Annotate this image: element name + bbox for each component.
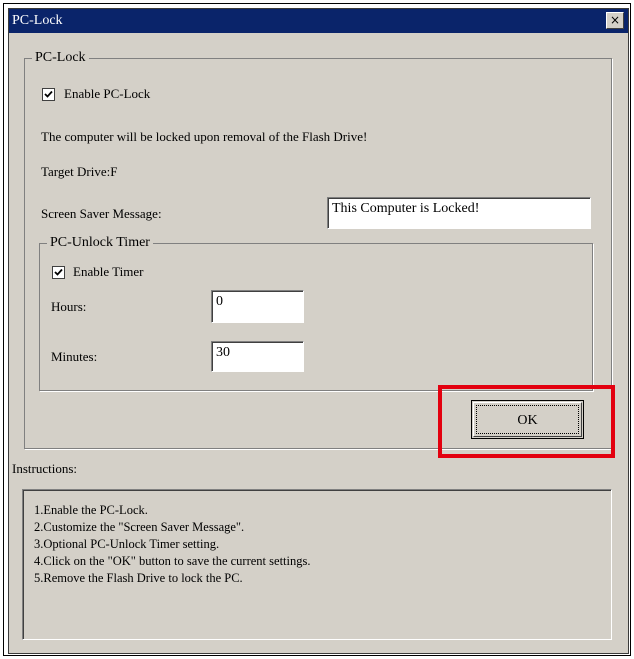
enable-pc-lock-label[interactable]: Enable PC-Lock [64, 86, 150, 102]
checkmark-icon [44, 90, 53, 98]
title-bar: PC-Lock × [9, 9, 628, 33]
instruction-line: 4.Click on the "OK" button to save the c… [34, 554, 311, 568]
hours-value: 0 [216, 294, 223, 309]
instructions-label: Instructions: [12, 461, 77, 476]
pc-lock-group-legend: PC-Lock [32, 50, 89, 66]
hours-label: Hours: [51, 299, 87, 314]
instruction-line: 2.Customize the "Screen Saver Message". [34, 520, 245, 534]
pc-lock-dialog: PC-Lock × PC-Lock Enable PC-Lock The com… [8, 8, 629, 654]
ok-button-highlight [438, 385, 615, 458]
enable-pc-lock-checkbox[interactable] [42, 88, 55, 101]
minutes-input[interactable]: 30 [211, 341, 304, 372]
screen-saver-message-input[interactable]: This Computer is Locked! [327, 197, 591, 229]
checkmark-icon [54, 268, 63, 276]
screen-saver-message-value: This Computer is Locked! [332, 201, 480, 216]
window-title: PC-Lock [12, 13, 63, 28]
enable-timer-label[interactable]: Enable Timer [73, 264, 143, 280]
close-button[interactable]: × [606, 12, 624, 29]
target-drive-label: Target Drive:F [41, 164, 118, 179]
instruction-line: 3.Optional PC-Unlock Timer setting. [34, 537, 220, 551]
close-icon: × [609, 13, 621, 27]
enable-timer-checkbox[interactable] [52, 266, 65, 279]
removal-notice: The computer will be locked upon removal… [41, 129, 368, 144]
pc-unlock-timer-legend: PC-Unlock Timer [47, 235, 153, 251]
instructions-box: 1.Enable the PC-Lock. 2.Customize the "S… [22, 489, 612, 640]
instruction-line: 1.Enable the PC-Lock. [34, 503, 148, 517]
instruction-line: 5.Remove the Flash Drive to lock the PC. [34, 571, 243, 585]
minutes-label: Minutes: [51, 349, 98, 364]
screen-saver-message-label: Screen Saver Message: [41, 206, 162, 221]
hours-input[interactable]: 0 [211, 290, 304, 323]
minutes-value: 30 [216, 345, 230, 360]
